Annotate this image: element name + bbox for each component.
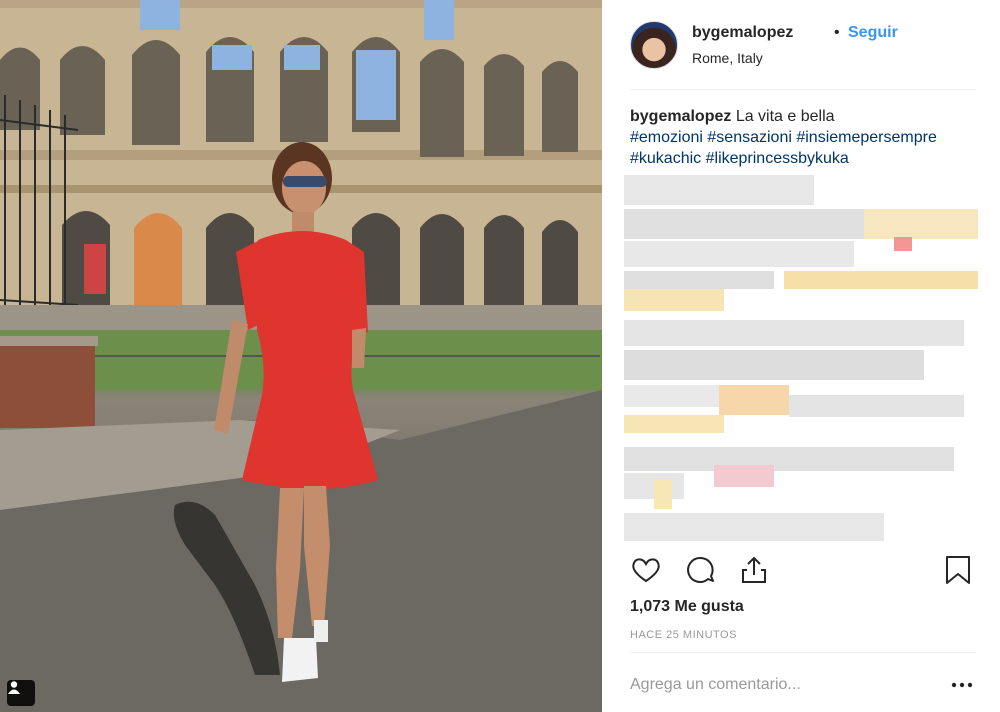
avatar[interactable]: [630, 21, 678, 69]
share-icon[interactable]: [738, 554, 772, 588]
tagged-user-icon[interactable]: [7, 680, 35, 706]
separator-dot: •: [834, 24, 840, 41]
heart-icon[interactable]: [630, 554, 664, 588]
comment-input[interactable]: [630, 673, 930, 697]
follow-button[interactable]: Seguir: [848, 24, 898, 42]
hashtag-link[interactable]: #insiemepersempre: [796, 129, 937, 146]
likes-count[interactable]: 1,073 Me gusta: [630, 598, 744, 616]
hashtag-link[interactable]: #sensazioni: [707, 129, 792, 146]
post-photo[interactable]: [0, 0, 602, 712]
action-bar: [630, 554, 976, 588]
hashtag-link[interactable]: #emozioni: [630, 129, 703, 146]
post-caption: bygemalopez La vita e bella #emozioni #s…: [630, 106, 976, 169]
post-side-panel: bygemalopez • Seguir Rome, Italy bygemal…: [602, 0, 1000, 712]
location-link[interactable]: Rome, Italy: [692, 50, 763, 66]
caption-text: La vita e bella: [735, 108, 835, 125]
header-username[interactable]: bygemalopez: [692, 24, 793, 42]
comment-icon[interactable]: [684, 554, 718, 588]
pixelated-comments: [624, 175, 978, 541]
hashtag-link[interactable]: #kukachic: [630, 150, 701, 167]
comment-bar: [630, 652, 976, 712]
more-options-icon[interactable]: [950, 675, 974, 695]
bookmark-icon[interactable]: [942, 554, 976, 588]
caption-username[interactable]: bygemalopez: [630, 108, 731, 125]
colosseum-scene: [0, 0, 602, 712]
hashtag-link[interactable]: #likeprincessbykuka: [706, 150, 849, 167]
post-header: bygemalopez • Seguir Rome, Italy: [630, 18, 976, 90]
post-timestamp: HACE 25 MINUTOS: [630, 629, 737, 641]
